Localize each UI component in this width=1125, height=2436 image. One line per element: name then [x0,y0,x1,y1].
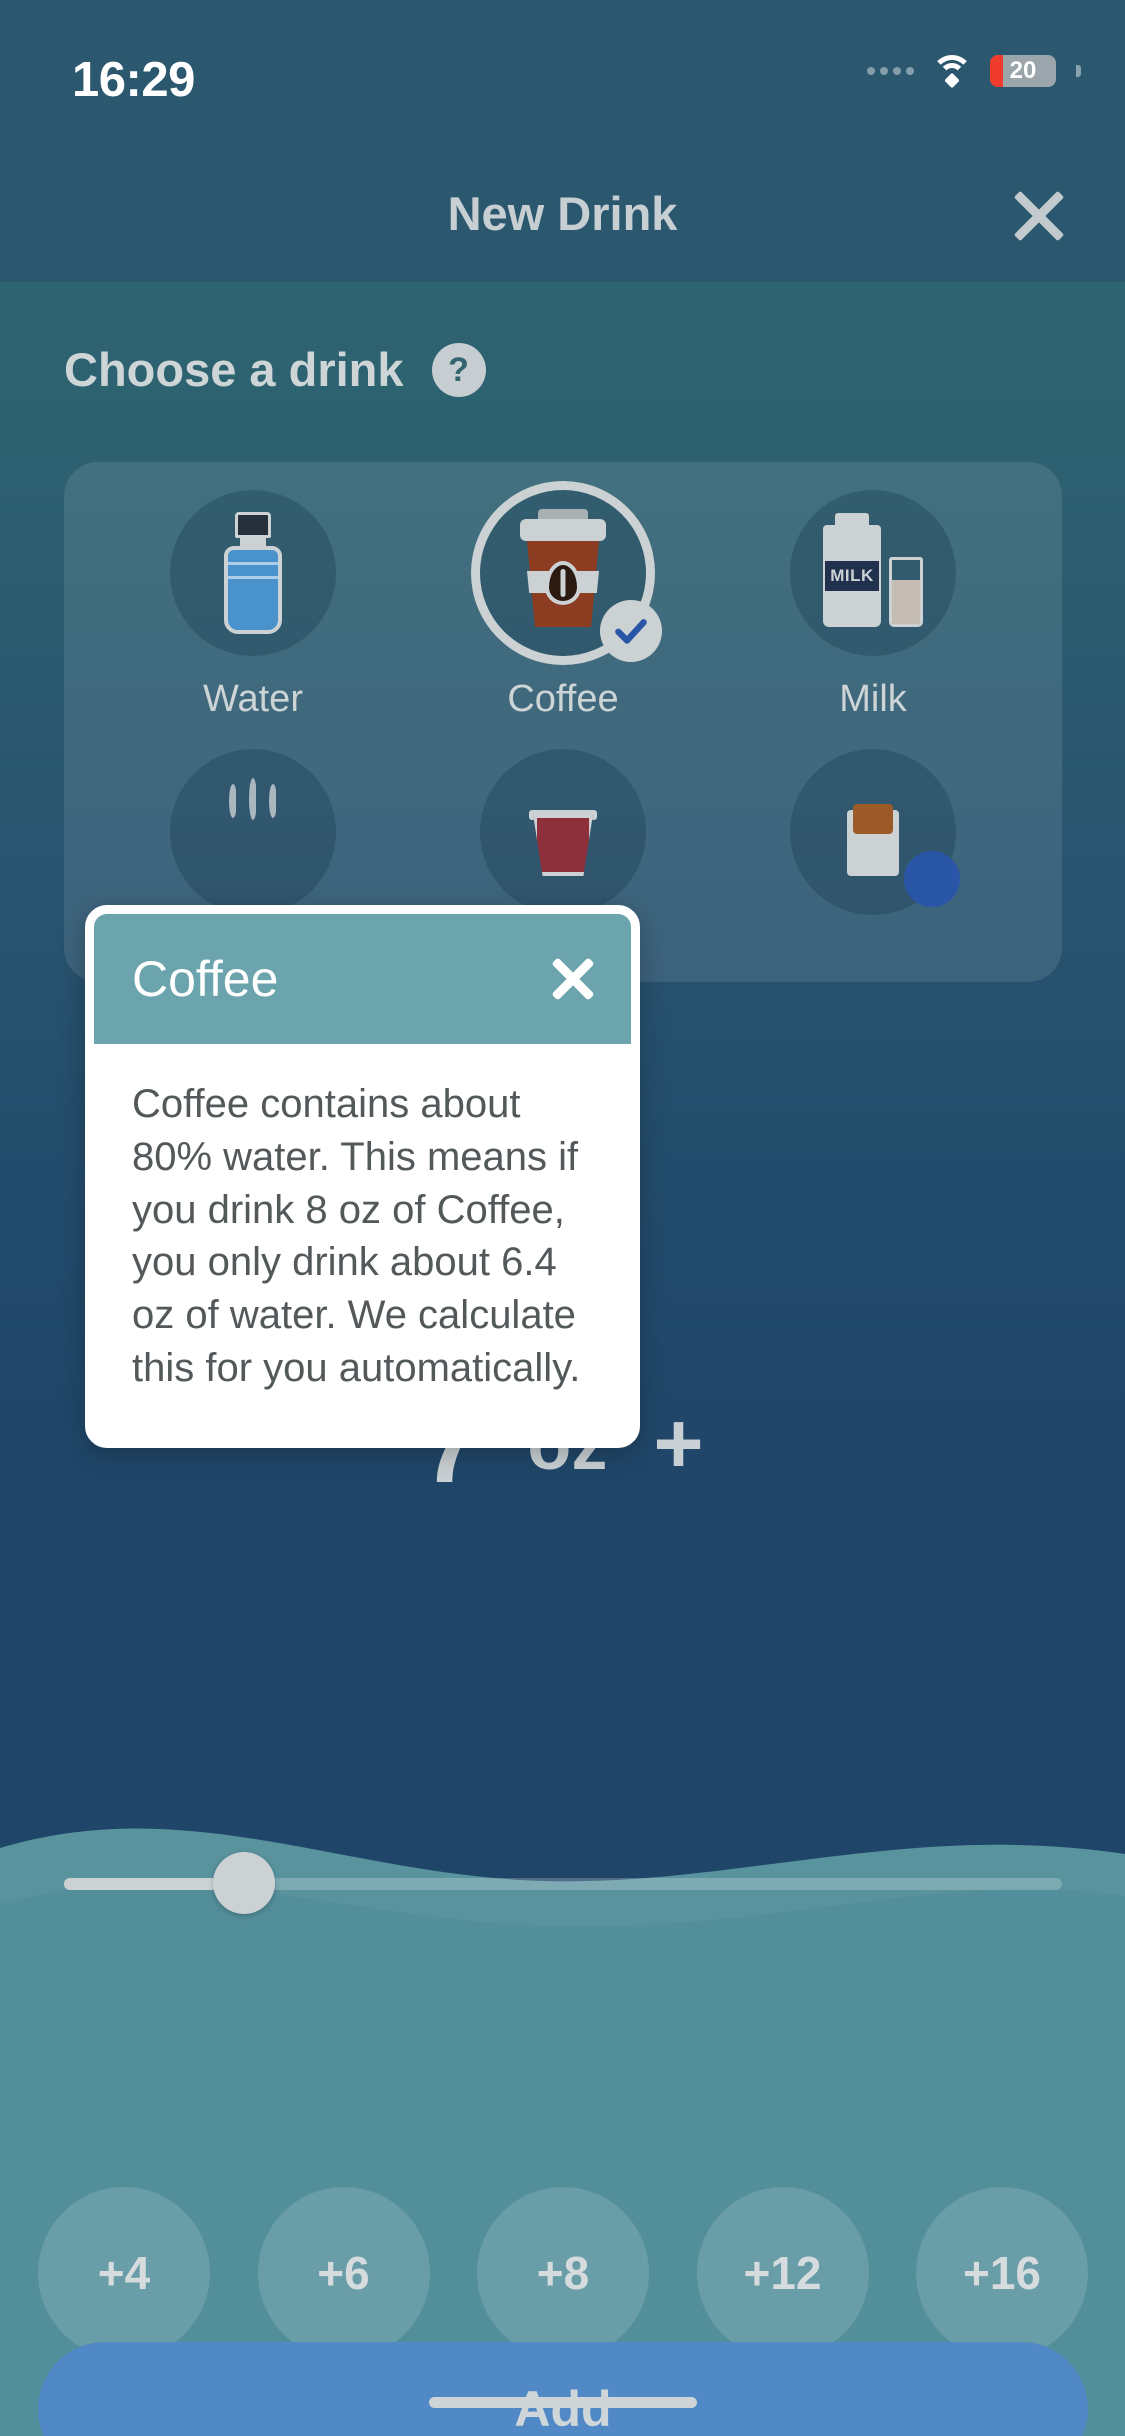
close-icon[interactable] [541,947,605,1011]
info-dialog: Coffee Coffee contains about 80% water. … [85,905,640,1448]
dialog-title: Coffee [132,951,279,1007]
app-screen: Choose a drink ? Water Coffee MILK Milk … [0,0,1125,2436]
dialog-body-text: Coffee contains about 80% water. This me… [94,1044,631,1439]
dialog-header: Coffee [94,914,631,1044]
